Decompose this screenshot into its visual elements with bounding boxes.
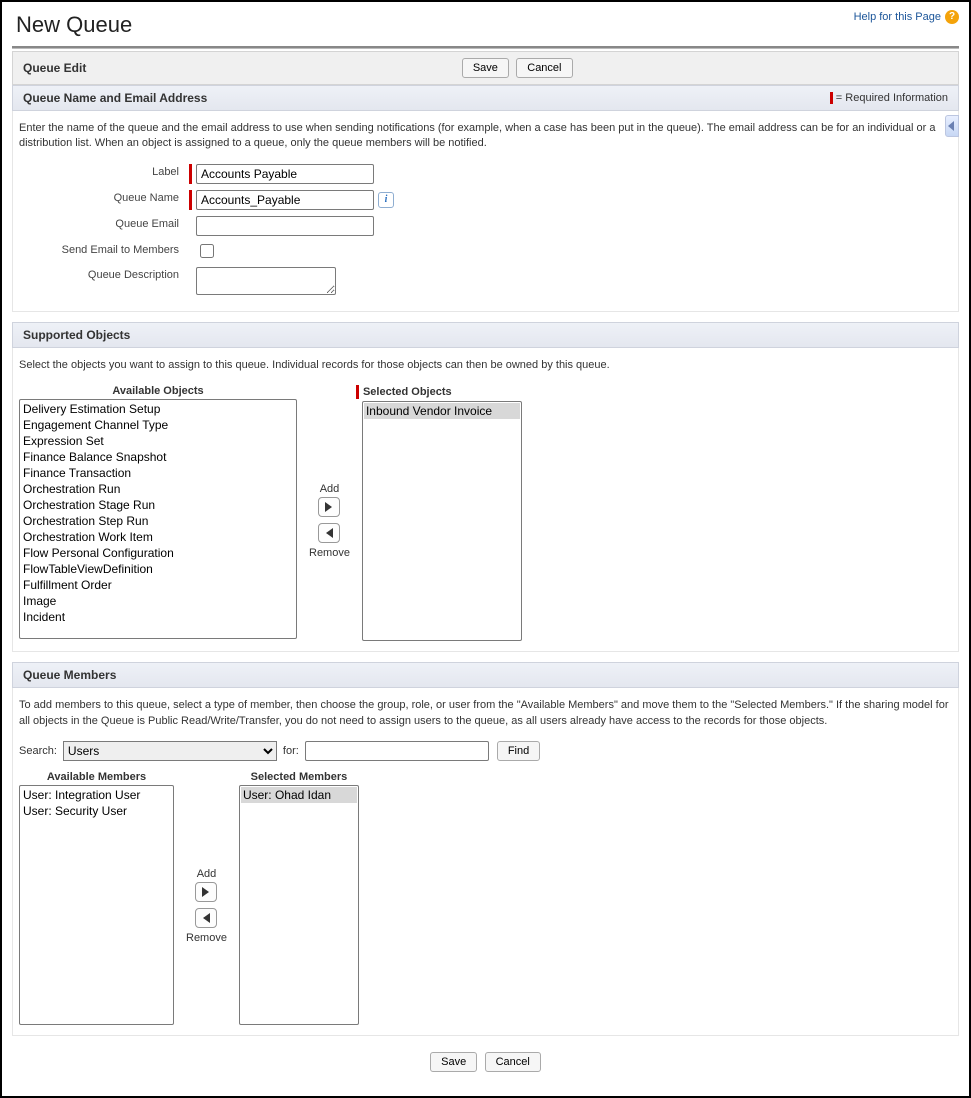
available-members-list[interactable]: User: Integration UserUser: Security Use… <box>19 785 174 1025</box>
list-item[interactable]: User: Security User <box>21 803 172 819</box>
supported-objects-description: Select the objects you want to assign to… <box>19 358 952 373</box>
arrow-left-icon <box>325 528 333 538</box>
section-queue-edit-title: Queue Edit <box>23 61 86 75</box>
queue-description-label: Queue Description <box>19 267 189 281</box>
selected-objects-list[interactable]: Inbound Vendor Invoice <box>362 401 522 641</box>
cancel-button-footer[interactable]: Cancel <box>485 1052 541 1072</box>
list-item[interactable]: User: Ohad Idan <box>241 787 357 803</box>
label-field[interactable] <box>196 164 374 184</box>
list-item[interactable]: Engagement Channel Type <box>21 417 295 433</box>
queue-email-field[interactable] <box>196 216 374 236</box>
queue-email-label: Queue Email <box>19 216 189 230</box>
selected-members-list[interactable]: User: Ohad Idan <box>239 785 359 1025</box>
list-item[interactable]: Orchestration Run <box>21 481 295 497</box>
list-item[interactable]: Orchestration Work Item <box>21 529 295 545</box>
add-members-button[interactable] <box>195 882 217 902</box>
list-item[interactable]: Image <box>21 593 295 609</box>
save-button[interactable]: Save <box>462 58 509 78</box>
add-members-label: Add <box>197 868 217 880</box>
list-item[interactable]: Delivery Estimation Setup <box>21 401 295 417</box>
available-objects-list[interactable]: Delivery Estimation SetupEngagement Chan… <box>19 399 297 639</box>
cancel-button[interactable]: Cancel <box>516 58 572 78</box>
search-input[interactable] <box>305 741 489 761</box>
add-objects-button[interactable] <box>318 497 340 517</box>
list-item[interactable]: Finance Balance Snapshot <box>21 449 295 465</box>
list-item[interactable]: Incident <box>21 609 295 625</box>
arrow-right-icon <box>202 887 210 897</box>
remove-label: Remove <box>309 547 350 559</box>
help-icon: ? <box>945 10 959 24</box>
remove-objects-button[interactable] <box>318 523 340 543</box>
page-title: New Queue <box>16 12 132 38</box>
list-item[interactable]: User: Integration User <box>21 787 172 803</box>
available-objects-title: Available Objects <box>112 385 203 397</box>
list-item[interactable]: Fulfillment Order <box>21 577 295 593</box>
info-icon[interactable]: i <box>378 192 394 208</box>
list-item[interactable]: Finance Transaction <box>21 465 295 481</box>
available-members-title: Available Members <box>47 771 146 783</box>
help-link[interactable]: Help for this Page ? <box>854 10 959 24</box>
save-button-footer[interactable]: Save <box>430 1052 477 1072</box>
list-item[interactable]: Flow Personal Configuration <box>21 545 295 561</box>
selected-objects-title: Selected Objects <box>363 386 452 398</box>
section-name-email-title: Queue Name and Email Address <box>23 91 207 105</box>
for-label: for: <box>283 745 299 757</box>
section-queue-members-title: Queue Members <box>23 668 116 682</box>
find-button[interactable]: Find <box>497 741 540 761</box>
list-item[interactable]: Orchestration Stage Run <box>21 497 295 513</box>
queue-members-description: To add members to this queue, select a t… <box>19 698 952 729</box>
queue-name-field[interactable] <box>196 190 374 210</box>
required-info-legend: = Required Information <box>830 92 948 104</box>
remove-members-label: Remove <box>186 932 227 944</box>
list-item[interactable]: Orchestration Step Run <box>21 513 295 529</box>
queue-name-label: Queue Name <box>19 190 189 204</box>
send-email-label: Send Email to Members <box>19 242 189 256</box>
section-supported-objects-title: Supported Objects <box>23 328 130 342</box>
queue-description-field[interactable] <box>196 267 336 295</box>
label-label: Label <box>19 164 189 178</box>
send-email-checkbox[interactable] <box>200 244 214 258</box>
list-item[interactable]: Expression Set <box>21 433 295 449</box>
name-email-description: Enter the name of the queue and the emai… <box>19 121 952 152</box>
search-type-select[interactable]: Users <box>63 741 277 761</box>
help-link-text: Help for this Page <box>854 11 941 23</box>
collapse-tab-icon[interactable] <box>945 115 959 137</box>
remove-members-button[interactable] <box>195 908 217 928</box>
arrow-left-icon <box>202 913 210 923</box>
add-label: Add <box>320 483 340 495</box>
list-item[interactable]: FlowTableViewDefinition <box>21 561 295 577</box>
search-label: Search: <box>19 745 57 757</box>
divider <box>12 46 959 49</box>
selected-members-title: Selected Members <box>251 771 348 783</box>
list-item[interactable]: Inbound Vendor Invoice <box>364 403 520 419</box>
arrow-right-icon <box>325 502 333 512</box>
